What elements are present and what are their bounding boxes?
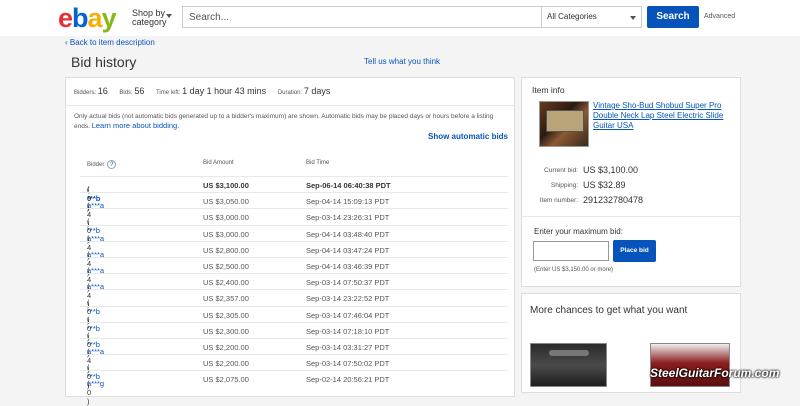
bid-amount: US $3,100.00: [203, 181, 249, 190]
ebay-logo[interactable]: ebay: [58, 3, 117, 33]
table-row: -***b ( 0 ) US $2,200.00 Sep-03-14 07:50:0…: [80, 354, 508, 390]
item-info-heading: Item info: [532, 85, 565, 95]
back-to-item-link[interactable]: ‹ Back to item description: [65, 38, 155, 47]
chevron-down-icon: [166, 14, 172, 18]
category-select[interactable]: All Categories: [541, 7, 642, 27]
advanced-search-link[interactable]: Advanced: [704, 13, 735, 20]
shipping-value: US $32.89: [583, 180, 626, 190]
bid-time: Sep-03-14 23:26:31 PDT: [306, 213, 390, 223]
bid-amount: US $2,357.00: [203, 294, 249, 304]
table-row: a***a ( 4 ) US $2,200.00 Sep-03-14 03:31:2…: [80, 338, 508, 374]
watermark: SteelGuitarForum.com: [650, 366, 780, 380]
column-header-bidder: Bidder?: [87, 160, 117, 169]
max-bid-input[interactable]: [533, 241, 609, 261]
column-header-amount: Bid Amount: [203, 160, 234, 166]
table-row: -***b ( 0 ) US $2,305.00 Sep-03-14 07:46:0…: [80, 305, 508, 342]
max-bid-label: Enter your maximum bid:: [534, 227, 623, 236]
shipping-label: Shipping:: [550, 182, 578, 189]
bid-time: Sep-03-14 03:31:27 PDT: [306, 343, 390, 352]
bid-amount: US $2,305.00: [203, 310, 249, 320]
divider: [521, 216, 741, 217]
search-input[interactable]: [183, 7, 550, 27]
logo-letter-b: b: [72, 3, 88, 33]
bid-time: Sep-04-14 03:48:40 PDT: [306, 229, 390, 239]
table-row: a***a ( 4 ) US $2,400.00 Sep-03-14 07:50:3…: [80, 273, 508, 309]
chevron-down-icon: [630, 16, 636, 20]
column-header-time: Bid Time: [306, 160, 330, 166]
table-row: a***g ( 0 ) US $2,075.00 Sep-02-14 20:56:2…: [80, 370, 508, 406]
time-left-label: Time left:: [155, 90, 181, 96]
table-row: a***a ( 4 ) US $3,000.00 Sep-04-14 03:48:4…: [80, 224, 508, 261]
bids-count: 56: [134, 86, 145, 96]
bid-time: Sep-04-14 03:46:39 PDT: [306, 262, 390, 271]
item-number-label: Item number:: [539, 197, 578, 204]
duration-label: Duration:: [277, 90, 303, 96]
bid-amount: US $2,200.00: [203, 343, 249, 352]
category-select-value: All Categories: [547, 12, 597, 21]
show-automatic-bids-link[interactable]: Show automatic bids: [428, 132, 508, 141]
more-chances-heading: More chances to get what you want: [530, 305, 688, 316]
suggested-item-image[interactable]: [530, 343, 607, 387]
bidders-count: 16: [97, 86, 108, 96]
learn-more-link[interactable]: Learn more about bidding.: [92, 121, 180, 130]
shop-by-category-button[interactable]: Shop by category: [132, 9, 167, 27]
bidder-header-label: Bidder: [87, 162, 105, 168]
logo-letter-a: a: [87, 3, 103, 33]
min-bid-hint: (Enter US $3,150.00 or more): [534, 267, 614, 273]
bids-label: Bids:: [119, 90, 133, 96]
table-row: a***a ( 4 ) US $3,050.00 Sep-04-14 15:09:1…: [80, 192, 508, 228]
table-row: a***a ( 4 ) US $2,500.00 Sep-04-14 03:46:3…: [80, 257, 508, 293]
bid-amount: US $3,050.00: [203, 197, 249, 207]
feedback-link[interactable]: Tell us what you think: [364, 57, 440, 66]
bid-time: Sep-03-14 07:50:02 PDT: [306, 359, 390, 369]
bidding-note: Only actual bids (not automatic bids gen…: [74, 112, 504, 131]
bid-time: Sep-02-14 20:56:21 PDT: [306, 375, 390, 385]
table-row: -***b ( 0 ) US $3,100.00 Sep-06-14 06:40:3…: [80, 176, 508, 212]
bid-time: Sep-03-14 07:18:10 PDT: [306, 326, 390, 336]
bid-amount: US $2,300.00: [203, 326, 249, 336]
item-thumbnail[interactable]: [539, 101, 589, 147]
page-title: Bid history: [71, 54, 137, 70]
bid-amount: US $2,075.00: [203, 375, 249, 385]
search-button[interactable]: Search: [647, 6, 699, 28]
search-bar: All Categories: [182, 6, 642, 28]
logo-letter-e: e: [58, 3, 73, 33]
table-row: -***b ( 0 ) US $2,300.00 Sep-03-14 07:18:1…: [80, 321, 508, 358]
bid-amount: US $2,800.00: [203, 245, 249, 255]
bid-amount: US $2,400.00: [203, 278, 249, 288]
time-left-value: 1 day 1 hour 43 mins: [182, 86, 267, 96]
logo-letter-y: y: [101, 3, 117, 33]
feedback-score: ( 0 ): [87, 379, 92, 406]
bid-amount: US $3,000.00: [203, 213, 249, 223]
auction-stats: Bidders: 16 Bids: 56 Time left: 1 day 1 …: [74, 86, 330, 96]
divider: [65, 105, 515, 106]
bid-time: Sep-03-14 07:50:37 PDT: [306, 278, 390, 288]
bid-time: Sep-03-14 23:22:52 PDT: [306, 294, 390, 304]
shop-by-line2: category: [132, 17, 167, 27]
item-title-link[interactable]: Vintage Sho-Bud Shobud Super Pro Double …: [593, 101, 743, 131]
item-number-value: 291232780478: [583, 195, 644, 205]
bid-time: Sep-04-14 03:47:24 PDT: [306, 245, 390, 255]
help-icon[interactable]: ?: [107, 160, 117, 169]
bid-time: Sep-06-14 06:40:38 PDT: [306, 181, 391, 190]
bid-time: Sep-04-14 15:09:13 PDT: [306, 197, 390, 207]
table-row: a***a ( 4 ) US $2,800.00 Sep-04-14 03:47:2…: [80, 240, 508, 277]
bid-time: Sep-03-14 07:46:04 PDT: [306, 310, 390, 320]
place-bid-button[interactable]: Place bid: [613, 240, 656, 262]
table-row: -***b ( 0 ) US $3,000.00 Sep-03-14 23:26:3…: [80, 208, 508, 244]
bid-amount: US $3,000.00: [203, 229, 249, 239]
bidders-label: Bidders:: [74, 90, 97, 96]
table-row: -***b ( 0 ) US $2,357.00 Sep-03-14 23:22:5…: [80, 289, 508, 325]
bid-amount: US $2,200.00: [203, 359, 249, 369]
duration-value: 7 days: [303, 86, 331, 96]
bid-amount: US $2,500.00: [203, 262, 249, 271]
current-bid-value: US $3,100.00: [583, 165, 639, 175]
current-bid-label: Current bid:: [544, 167, 578, 174]
suggested-item-image[interactable]: [650, 343, 730, 387]
